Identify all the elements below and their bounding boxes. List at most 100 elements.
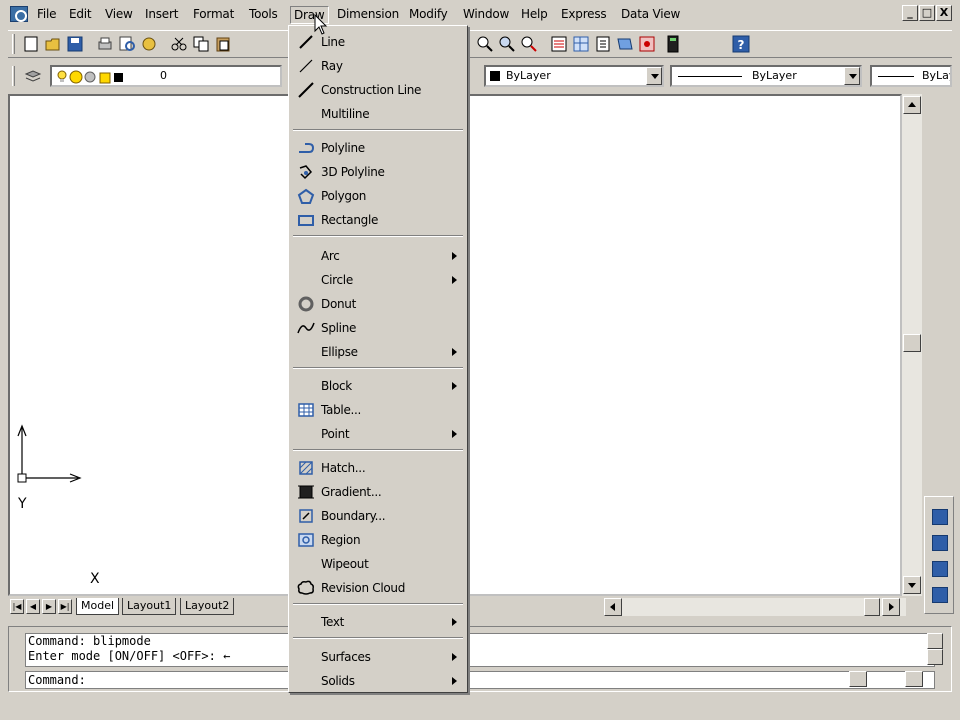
gradient-icon xyxy=(298,485,314,499)
menu-item-solids[interactable]: Solids xyxy=(291,670,465,692)
standard-toolbar: ? xyxy=(8,30,952,58)
minimize-button[interactable]: _ xyxy=(902,5,918,21)
menu-item-label: Line xyxy=(321,35,345,49)
menu-insert[interactable]: Insert xyxy=(142,6,181,24)
scroll-thumb[interactable] xyxy=(903,334,921,352)
sheet-set-icon[interactable] xyxy=(616,35,634,53)
tab-model[interactable]: Model xyxy=(76,598,120,615)
toolbar-grip[interactable] xyxy=(12,34,15,54)
menu-separator xyxy=(293,235,463,237)
menu-format[interactable]: Format xyxy=(190,6,237,24)
menu-view[interactable]: View xyxy=(102,6,136,24)
command-scroll-down-icon[interactable] xyxy=(927,649,943,665)
scroll-left-arrow-icon[interactable] xyxy=(604,598,622,616)
markup-set-icon[interactable] xyxy=(638,35,656,53)
menu-dimension[interactable]: Dimension xyxy=(334,6,402,24)
menu-item-boundary[interactable]: Boundary... xyxy=(291,505,465,527)
scroll-right-arrow-icon[interactable] xyxy=(882,598,900,616)
menu-window[interactable]: Window xyxy=(460,6,512,24)
menu-item-wipeout[interactable]: Wipeout xyxy=(291,553,465,575)
layer-dropdown[interactable]: 0 xyxy=(50,65,282,87)
chevron-down-icon[interactable] xyxy=(646,67,662,85)
menu-item-region[interactable]: Region xyxy=(291,529,465,551)
menu-item-3d-polyline[interactable]: 3D Polyline xyxy=(291,161,465,183)
last-tab-icon[interactable]: ▶| xyxy=(58,599,72,614)
quickcalc-icon[interactable] xyxy=(664,35,682,53)
layer-manager-icon[interactable] xyxy=(24,67,42,85)
menu-modify[interactable]: Modify xyxy=(406,6,451,24)
copy-icon[interactable] xyxy=(192,35,210,53)
menu-item-gradient[interactable]: Gradient... xyxy=(291,481,465,503)
menu-item-ray[interactable]: Ray xyxy=(291,55,465,77)
send-to-back-icon[interactable] xyxy=(932,535,948,551)
lineweight-dropdown[interactable]: ByLay xyxy=(870,65,952,87)
scroll-up-arrow-icon[interactable] xyxy=(903,96,921,114)
menu-item-polygon[interactable]: Polygon xyxy=(291,185,465,207)
next-tab-icon[interactable]: ▶ xyxy=(42,599,56,614)
zoom-previous-icon[interactable] xyxy=(520,35,538,53)
chevron-down-icon[interactable] xyxy=(844,67,860,85)
scroll-thumb[interactable] xyxy=(864,598,880,616)
menu-item-surfaces[interactable]: Surfaces xyxy=(291,646,465,668)
tab-layout2[interactable]: Layout2 xyxy=(180,598,235,615)
first-tab-icon[interactable]: |◀ xyxy=(10,599,24,614)
bring-to-front-icon[interactable] xyxy=(932,509,948,525)
previous-tab-icon[interactable]: ◀ xyxy=(26,599,40,614)
spline-icon xyxy=(297,322,315,334)
bring-above-icon[interactable] xyxy=(932,561,948,577)
cut-icon[interactable] xyxy=(170,35,188,53)
tab-layout1[interactable]: Layout1 xyxy=(122,598,177,615)
boundary-icon xyxy=(299,509,313,523)
menu-item-arc[interactable]: Arc xyxy=(291,245,465,267)
menu-item-revision-cloud[interactable]: Revision Cloud xyxy=(291,577,465,599)
properties-icon[interactable] xyxy=(550,35,568,53)
menu-item-polyline[interactable]: Polyline xyxy=(291,137,465,159)
help-icon[interactable]: ? xyxy=(732,35,750,53)
plot-preview-icon[interactable] xyxy=(118,35,136,53)
menu-tools[interactable]: Tools xyxy=(246,6,281,24)
menu-help[interactable]: Help xyxy=(518,6,551,24)
menu-item-construction-line[interactable]: Construction Line xyxy=(291,79,465,101)
menu-file[interactable]: File xyxy=(34,6,59,24)
menu-item-donut[interactable]: Donut xyxy=(291,293,465,315)
menu-item-block[interactable]: Block xyxy=(291,375,465,397)
menu-express[interactable]: Express xyxy=(558,6,609,24)
menu-item-text[interactable]: Text xyxy=(291,611,465,633)
menu-item-point[interactable]: Point xyxy=(291,423,465,445)
command-scroll-right-icon[interactable] xyxy=(905,671,923,687)
close-button[interactable]: X xyxy=(936,5,952,21)
menu-item-spline[interactable]: Spline xyxy=(291,317,465,339)
menu-item-label: Surfaces xyxy=(321,650,371,664)
color-dropdown[interactable]: ByLayer xyxy=(484,65,664,87)
save-icon[interactable] xyxy=(66,35,84,53)
toolbar-grip[interactable] xyxy=(12,66,15,86)
menu-item-ellipse[interactable]: Ellipse xyxy=(291,341,465,363)
open-file-icon[interactable] xyxy=(44,35,62,53)
restore-button[interactable]: □ xyxy=(919,5,935,21)
scroll-down-arrow-icon[interactable] xyxy=(903,576,921,594)
menu-data-view[interactable]: Data View xyxy=(618,6,683,24)
plot-icon[interactable] xyxy=(96,35,114,53)
menu-item-hatch[interactable]: Hatch... xyxy=(291,457,465,479)
vertical-scrollbar[interactable] xyxy=(902,94,922,596)
linetype-dropdown[interactable]: ByLayer xyxy=(670,65,862,87)
command-scroll-up-icon[interactable] xyxy=(927,633,943,649)
zoom-window-icon[interactable] xyxy=(498,35,516,53)
zoom-realtime-icon[interactable] xyxy=(476,35,494,53)
send-under-icon[interactable] xyxy=(932,587,948,603)
design-center-icon[interactable] xyxy=(572,35,590,53)
autocad-app-icon[interactable] xyxy=(10,6,28,22)
menu-item-circle[interactable]: Circle xyxy=(291,269,465,291)
menu-item-multiline[interactable]: Multiline xyxy=(291,103,465,125)
menu-edit[interactable]: Edit xyxy=(66,6,94,24)
menu-item-table[interactable]: Table... xyxy=(291,399,465,421)
menu-item-label: Boundary... xyxy=(321,509,386,523)
new-file-icon[interactable] xyxy=(22,35,40,53)
publish-icon[interactable] xyxy=(140,35,158,53)
command-input[interactable]: Command: xyxy=(25,671,935,689)
paste-icon[interactable] xyxy=(214,35,232,53)
command-scroll-left-icon[interactable] xyxy=(849,671,867,687)
menu-item-rectangle[interactable]: Rectangle xyxy=(291,209,465,231)
tool-palettes-icon[interactable] xyxy=(594,35,612,53)
horizontal-scrollbar[interactable] xyxy=(604,598,906,616)
